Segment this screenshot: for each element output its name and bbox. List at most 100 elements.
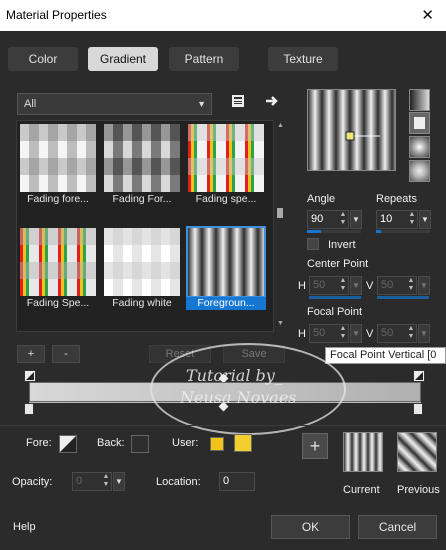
angle-input[interactable]: 90 ▲ ▼ <box>307 210 349 229</box>
repeats-slider[interactable] <box>376 230 430 233</box>
add-gradient-button[interactable]: + <box>17 345 45 363</box>
back-label: Back: <box>97 437 125 449</box>
gradient-thumbnail <box>20 124 96 192</box>
center-v-input[interactable]: 50 ▲ ▼ <box>377 276 417 295</box>
style-linear-icon[interactable] <box>409 89 430 111</box>
library-icon[interactable] <box>229 93 247 111</box>
spin-arrows-icon[interactable]: ▲ ▼ <box>407 211 417 228</box>
gradient-name: Fading spe... <box>195 193 257 205</box>
gradient-item[interactable]: Fading white <box>102 226 182 310</box>
tab-texture[interactable]: Texture <box>268 47 338 71</box>
center-h-slider[interactable] <box>309 296 361 299</box>
angle-dropdown[interactable]: ▼ <box>350 210 362 229</box>
add-to-swatches-button[interactable]: + <box>302 433 328 459</box>
previous-label: Previous <box>397 484 440 496</box>
center-v-value: 50 <box>381 279 394 291</box>
user-label: User: <box>172 437 199 449</box>
invert-checkbox[interactable] <box>307 238 319 250</box>
center-h-dropdown[interactable]: ▼ <box>350 276 362 295</box>
spin-arrows-icon[interactable]: ▲ ▼ <box>338 277 348 294</box>
tooltip: Focal Point Vertical [0 <box>325 347 446 364</box>
category-select[interactable]: All ▼ <box>17 93 212 115</box>
previous-preview[interactable] <box>397 432 437 472</box>
divider <box>0 425 446 426</box>
current-preview[interactable] <box>343 432 383 472</box>
repeats-label: Repeats <box>376 193 417 205</box>
center-h-label: H <box>298 280 306 292</box>
tab-gradient[interactable]: Gradient <box>88 47 158 71</box>
scroll-down-icon[interactable]: ▼ <box>277 320 284 327</box>
spin-arrows-icon[interactable]: ▲ ▼ <box>406 325 416 342</box>
color-stop-right[interactable] <box>413 403 423 415</box>
help-link[interactable]: Help <box>13 521 36 533</box>
focal-h-input[interactable]: 50 ▲ ▼ <box>309 324 349 343</box>
gradient-item[interactable]: Fading spe... <box>186 122 266 206</box>
angle-handle-icon[interactable] <box>344 130 384 142</box>
center-h-input[interactable]: 50 ▲ ▼ <box>309 276 349 295</box>
opacity-dropdown[interactable]: ▼ <box>113 472 125 491</box>
opacity-label: Opacity: <box>12 476 53 488</box>
opacity-stop-right[interactable] <box>413 370 425 382</box>
location-label: Location: <box>156 476 201 488</box>
gradient-item[interactable]: Fading Spe... <box>18 226 98 310</box>
opacity-stop-left[interactable] <box>24 370 36 382</box>
ok-button[interactable]: OK <box>271 515 350 539</box>
repeats-dropdown[interactable]: ▼ <box>419 210 431 229</box>
gradient-thumbnail <box>104 124 180 192</box>
color-stop-left[interactable] <box>24 403 34 415</box>
repeats-value: 10 <box>380 213 393 225</box>
category-select-value: All <box>24 98 37 110</box>
gradient-item-selected[interactable]: Foregroun... <box>186 226 266 310</box>
focal-v-input[interactable]: 50 ▲ ▼ <box>377 324 417 343</box>
arrow-right-icon[interactable] <box>263 93 281 111</box>
spin-arrows-icon[interactable]: ▲ ▼ <box>338 211 348 228</box>
tab-pattern[interactable]: Pattern <box>169 47 239 71</box>
opacity-value: 0 <box>76 475 83 487</box>
center-v-dropdown[interactable]: ▼ <box>418 276 430 295</box>
close-icon[interactable]: ✕ <box>421 6 434 24</box>
gradient-item[interactable]: Fading For... <box>102 122 182 206</box>
focal-point-label: Focal Point <box>307 306 363 318</box>
scroll-up-icon[interactable]: ▲ <box>277 122 284 129</box>
spin-arrows-icon[interactable]: ▲ ▼ <box>406 277 416 294</box>
repeats-input[interactable]: 10 ▲ ▼ <box>376 210 418 229</box>
fore-swatch[interactable] <box>59 435 77 453</box>
style-sunburst-icon[interactable] <box>409 136 430 158</box>
angle-slider[interactable] <box>307 230 361 233</box>
focal-v-dropdown[interactable]: ▼ <box>418 324 430 343</box>
gradient-thumbnail <box>104 228 180 296</box>
cancel-button[interactable]: Cancel <box>358 515 437 539</box>
gradient-preview[interactable] <box>307 89 396 171</box>
watermark-line-1: Tutorial by_ <box>186 366 283 385</box>
tab-color[interactable]: Color <box>8 47 78 71</box>
invert-label: Invert <box>328 239 356 251</box>
gradient-name: Fading fore... <box>27 193 89 205</box>
chevron-down-icon: ▼ <box>197 99 206 109</box>
gradient-item[interactable]: Fading fore... <box>18 122 98 206</box>
angle-slider-fill <box>307 230 321 233</box>
scrollbar-thumb[interactable] <box>277 208 283 218</box>
repeats-slider-fill <box>376 230 382 233</box>
back-swatch[interactable] <box>131 435 149 453</box>
watermark-line-2: Neusa Novaes <box>180 388 297 407</box>
spin-arrows-icon[interactable]: ▲ ▼ <box>338 325 348 342</box>
style-radial-icon[interactable] <box>409 160 430 182</box>
center-point-label: Center Point <box>307 258 369 270</box>
user-swatch-1[interactable] <box>210 437 224 451</box>
location-input[interactable]: 0 <box>219 472 255 491</box>
remove-gradient-button[interactable]: - <box>52 345 80 363</box>
gradient-thumbnail <box>20 228 96 296</box>
style-rectangular-icon[interactable] <box>409 112 430 134</box>
center-v-slider[interactable] <box>377 296 429 299</box>
title-bar: Material Properties ✕ <box>0 0 446 31</box>
focal-h-dropdown[interactable]: ▼ <box>350 324 362 343</box>
center-v-label: V <box>366 280 374 292</box>
focal-v-label: V <box>366 328 374 340</box>
list-scrollbar[interactable]: ▲ ▼ <box>276 120 284 332</box>
opacity-input[interactable]: 0 ▲ ▼ <box>72 472 112 491</box>
current-label: Current <box>343 484 380 496</box>
spin-arrows-icon[interactable]: ▲ ▼ <box>101 473 111 490</box>
window-title: Material Properties <box>6 8 107 22</box>
user-swatch-2[interactable] <box>234 434 252 452</box>
center-h-value: 50 <box>313 279 326 291</box>
